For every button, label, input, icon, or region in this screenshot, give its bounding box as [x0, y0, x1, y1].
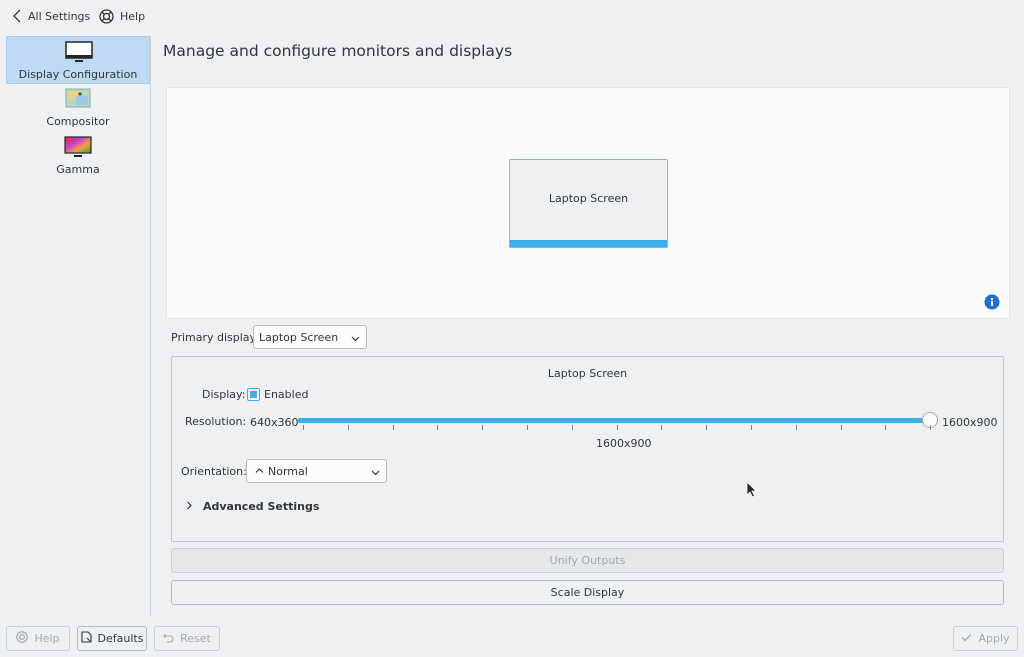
help-label: Help	[120, 9, 146, 23]
document-icon	[80, 631, 92, 646]
resolution-current-label: 1600x900	[596, 437, 652, 450]
primary-display-select[interactable]: Laptop Screen	[253, 325, 367, 349]
primary-indicator-bar	[510, 240, 667, 247]
defaults-label: Defaults	[97, 632, 144, 645]
sidebar-item-label: Gamma	[56, 163, 100, 176]
chevron-right-icon	[186, 500, 193, 513]
undo-icon	[163, 632, 174, 646]
apply-label: Apply	[978, 632, 1010, 645]
display-label: Display:	[202, 388, 246, 401]
help-label: Help	[34, 632, 60, 645]
resolution-min-label: 640x360	[250, 416, 299, 429]
output-settings-group: Laptop Screen Display: Enabled Resolutio…	[171, 356, 1004, 542]
sidebar-item-display-configuration[interactable]: Display Configuration	[6, 36, 150, 84]
enabled-label: Enabled	[264, 388, 309, 401]
unify-outputs-button[interactable]: Unify Outputs	[171, 548, 1004, 573]
apply-button[interactable]: Apply	[953, 626, 1018, 651]
primary-display-label: Primary display:	[171, 331, 259, 344]
scale-display-button[interactable]: Scale Display	[171, 580, 1004, 605]
slider-tick	[348, 425, 349, 430]
top-bar: All Settings Help	[0, 0, 1024, 32]
reset-button[interactable]: Reset	[154, 626, 220, 651]
slider-tick	[796, 425, 797, 430]
checkmark-icon	[961, 632, 972, 645]
monitor-icon	[65, 41, 93, 63]
slider-tick	[930, 425, 931, 430]
sidebar-item-label: Compositor	[46, 115, 110, 128]
mouse-cursor-icon	[746, 481, 757, 501]
all-settings-label: All Settings	[28, 9, 91, 23]
advanced-settings-expander[interactable]: Advanced Settings	[186, 500, 319, 513]
slider-tick	[617, 425, 618, 430]
slider-tick	[751, 425, 752, 430]
slider-tick	[482, 425, 483, 430]
sidebar-item-gamma[interactable]: Gamma	[6, 132, 150, 180]
slider-tick	[393, 425, 394, 430]
slider-tick	[885, 425, 886, 430]
screen-name: Laptop Screen	[548, 192, 629, 205]
slider-tick	[437, 425, 438, 430]
help-icon	[99, 8, 114, 24]
enabled-checkbox[interactable]	[247, 388, 260, 401]
bottom-help-button[interactable]: Help	[6, 626, 70, 651]
reset-label: Reset	[180, 632, 211, 645]
chevron-down-icon	[351, 333, 360, 346]
sidebar-item-compositor[interactable]: Compositor	[6, 84, 150, 132]
help-button[interactable]: Help	[99, 6, 145, 26]
slider-tick	[661, 425, 662, 430]
resolution-label: Resolution:	[185, 415, 247, 428]
slider-tick	[527, 425, 528, 430]
gamma-icon	[64, 136, 92, 158]
resolution-max-label: 1600x900	[942, 416, 998, 429]
page-title: Manage and configure monitors and displa…	[163, 42, 513, 60]
sidebar-divider	[150, 36, 151, 616]
slider-tick	[572, 425, 573, 430]
laptop-screen-output[interactable]: Laptop Screen	[509, 159, 668, 248]
info-icon[interactable]	[984, 294, 1000, 310]
slider-tick	[706, 425, 707, 430]
checkbox-fill	[250, 391, 257, 398]
primary-display-value: Laptop Screen	[259, 330, 339, 344]
sidebar-item-label: Display Configuration	[18, 68, 138, 81]
all-settings-button[interactable]: All Settings	[12, 6, 90, 26]
back-chevron-icon	[12, 9, 22, 23]
orientation-label: Orientation:	[181, 465, 247, 478]
orientation-select[interactable]: Normal	[246, 459, 387, 483]
slider-tick	[841, 425, 842, 430]
compositor-icon	[64, 88, 92, 110]
screen-arrangement-canvas[interactable]: Laptop Screen	[166, 87, 1010, 319]
resolution-slider-track[interactable]	[298, 418, 930, 423]
advanced-settings-label: Advanced Settings	[203, 500, 320, 513]
help-icon	[16, 631, 29, 646]
orientation-up-icon	[255, 465, 264, 478]
output-title: Laptop Screen	[547, 367, 628, 380]
chevron-down-icon	[371, 467, 380, 480]
slider-tick	[303, 425, 304, 430]
sidebar: Display Configuration Compositor Gamma	[6, 36, 151, 616]
orientation-value: Normal	[268, 464, 308, 478]
defaults-button[interactable]: Defaults	[77, 626, 147, 651]
